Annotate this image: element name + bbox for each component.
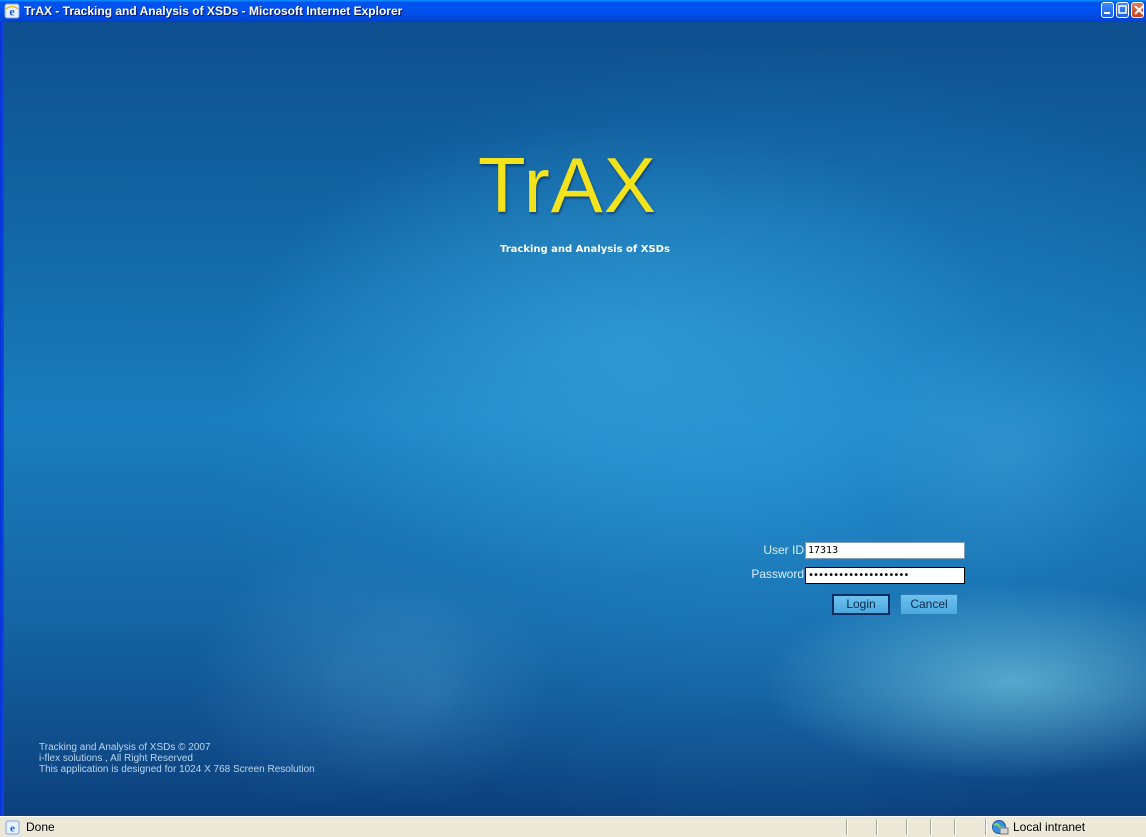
status-bar: e Done Local intranet — [0, 816, 1146, 837]
status-divider — [954, 819, 956, 835]
ie-icon: e — [4, 3, 20, 19]
status-text: Done — [26, 820, 55, 834]
minimize-button[interactable] — [1101, 2, 1114, 18]
status-divider — [846, 819, 848, 835]
footer: Tracking and Analysis of XSDs © 2007 i-f… — [39, 742, 315, 775]
svg-text:e: e — [10, 823, 15, 835]
page-content: TrAX Tracking and Analysis of XSDs User … — [4, 22, 1146, 816]
status-divider — [906, 819, 908, 835]
footer-copyright: Tracking and Analysis of XSDs © 2007 — [39, 742, 211, 753]
close-button[interactable] — [1131, 2, 1144, 18]
cancel-button[interactable]: Cancel — [900, 594, 958, 615]
window-title: TrAX - Tracking and Analysis of XSDs - M… — [24, 4, 403, 18]
password-input[interactable] — [805, 567, 965, 584]
close-icon — [1134, 5, 1144, 15]
logo-subtitle: Tracking and Analysis of XSDs — [500, 244, 670, 255]
trax-logo: TrAX — [478, 141, 657, 229]
minimize-icon — [1104, 12, 1110, 14]
status-divider — [930, 819, 932, 835]
maximize-button[interactable] — [1116, 2, 1129, 18]
password-label: Password — [751, 567, 804, 581]
footer-company: i-flex solutions , All Right Reserved — [39, 753, 193, 764]
browser-window: e TrAX - Tracking and Analysis of XSDs -… — [0, 0, 1146, 837]
status-divider — [985, 819, 987, 835]
title-bar[interactable]: e TrAX - Tracking and Analysis of XSDs -… — [0, 0, 1146, 22]
local-intranet-icon — [992, 820, 1009, 835]
zone-text: Local intranet — [1013, 820, 1086, 834]
footer-resolution-note: This application is designed for 1024 X … — [39, 764, 315, 775]
user-id-input[interactable] — [805, 542, 965, 559]
login-button[interactable]: Login — [832, 594, 890, 615]
status-divider — [876, 819, 878, 835]
maximize-icon — [1118, 5, 1127, 14]
user-id-label: User ID — [763, 543, 804, 557]
ie-page-icon: e — [5, 820, 20, 835]
